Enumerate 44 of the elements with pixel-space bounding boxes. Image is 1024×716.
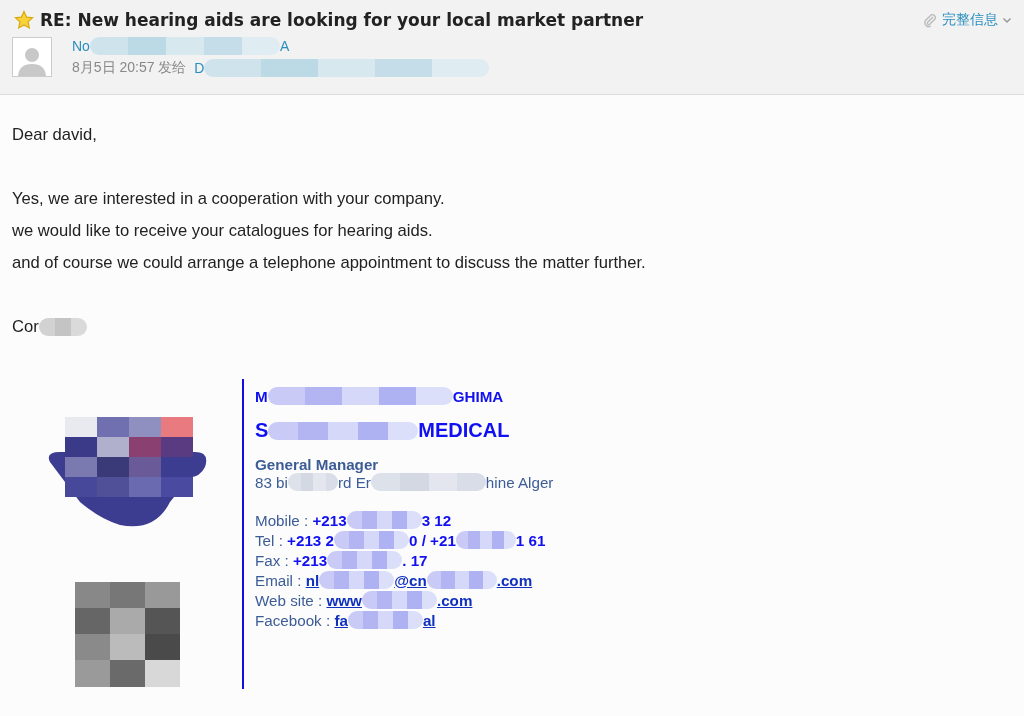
contact-label: Tel : (255, 531, 284, 549)
contact-value: +213 2 (287, 531, 334, 549)
contact-link[interactable]: nl (305, 571, 320, 589)
greeting-text: Dear david, (12, 124, 98, 146)
avatar-icon (12, 37, 52, 77)
contact-value: 3 12 (421, 511, 452, 529)
contact-value: +213 (293, 551, 328, 569)
contact-label: Mobile : (255, 511, 310, 529)
address-text: hine Alger (485, 473, 554, 491)
contact-link[interactable]: @cn (394, 571, 427, 589)
contact-link[interactable]: www (326, 591, 362, 609)
redaction-blur (455, 531, 516, 549)
contact-value: 0 / +21 (409, 531, 456, 549)
contact-link[interactable]: fa (334, 611, 348, 629)
contact-link[interactable]: .com (436, 591, 473, 609)
contact-link[interactable]: al (422, 611, 436, 629)
address-text: 83 bi (255, 473, 288, 491)
company-name: MEDICAL (418, 419, 510, 442)
sent-to-label: 发给 (158, 59, 187, 77)
contact-label: Facebook : (255, 611, 332, 629)
job-title: General Manager (255, 456, 380, 473)
contact-label: Web site : (255, 591, 324, 609)
body-text: and of course we could arrange a telephone appointment to discuss the matter further. (12, 252, 647, 274)
body-text: Yes, we are interested in a cooperation with your company. (12, 188, 446, 210)
star-icon[interactable] (14, 10, 34, 30)
contact-name: M (255, 387, 268, 405)
email-subject: RE: New hearing aids are looking for your local market partner (40, 10, 645, 30)
redaction-blur (426, 571, 497, 589)
redaction-blur (287, 473, 338, 491)
caret-icon[interactable] (1002, 15, 1012, 25)
company-name: S (255, 419, 269, 442)
contact-label: Email : (255, 571, 303, 589)
address-text: rd Er (337, 473, 371, 491)
contact-value: +213 (312, 511, 347, 529)
contact-value: . 17 (402, 551, 428, 569)
redaction-blur (38, 318, 87, 336)
contact-name: GHIMA (452, 387, 504, 405)
sent-date: 8月5日 20:57 (72, 59, 155, 77)
contact-link[interactable]: .com (496, 571, 533, 589)
paperclip-icon[interactable] (922, 12, 938, 28)
body-text: we would like to receive your catalogues for hearing aids. (12, 220, 434, 242)
contact-label: Fax : (255, 551, 290, 569)
closing-text: Cor (12, 316, 39, 338)
contact-value: 1 61 (515, 531, 546, 549)
